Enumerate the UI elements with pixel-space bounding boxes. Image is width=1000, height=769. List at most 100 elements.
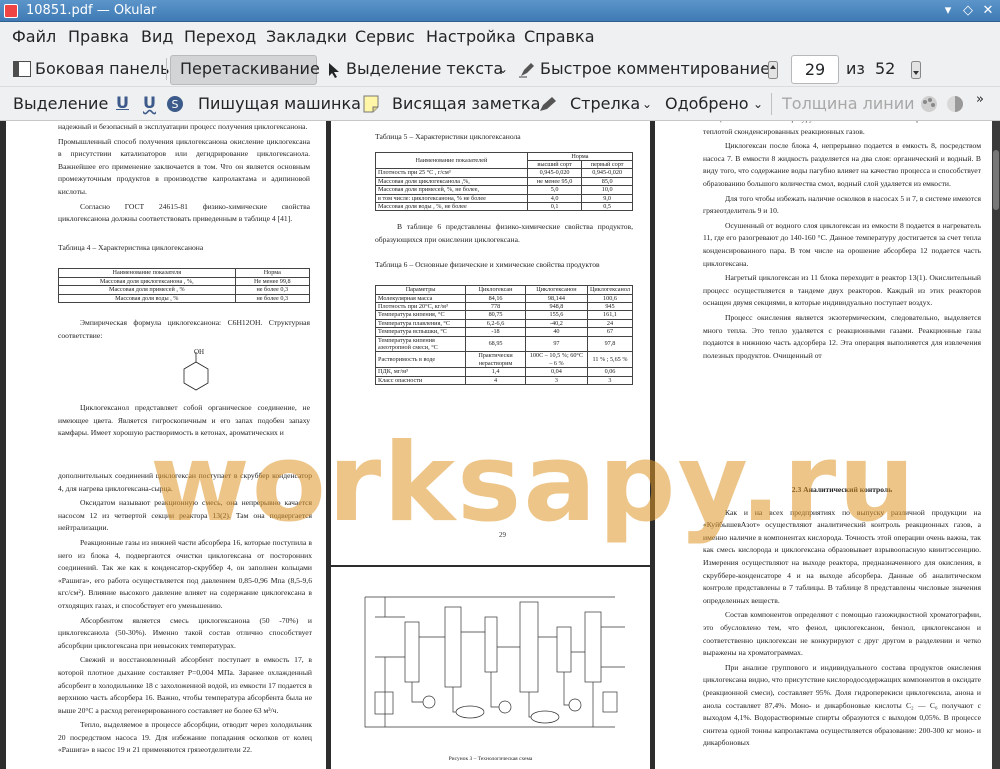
cyclohexanol-ring: [183, 352, 209, 391]
sticky-note-button[interactable]: Висящая заметка: [392, 94, 540, 113]
structural-formula: OH: [58, 344, 310, 396]
table-cell: 24: [586, 318, 634, 329]
menu-bookmarks[interactable]: Закладки: [266, 27, 347, 46]
paragraph: Оксидатом называют реакционную смесь, он…: [58, 498, 312, 533]
quick-comment-button[interactable]: Быстрое комментирование: [540, 59, 770, 78]
page-33: 2.3 Аналитический контроль Как и на всех…: [655, 454, 994, 769]
drag-mode-label: Перетаскивание: [180, 59, 320, 78]
table-cell: Класс опасности: [374, 375, 467, 386]
page-29: Таблица 5 – Характеристики циклогексанол…: [331, 121, 650, 565]
paragraph: кольца «Рашига» и температуру составляет…: [703, 121, 981, 136]
table-cell: 0,04: [524, 367, 588, 377]
table-cell: 0,5: [581, 202, 633, 212]
table-cell: Практически нерастворим: [465, 351, 526, 369]
opacity-icon[interactable]: [946, 95, 964, 113]
table-header: Наименование показателя: [58, 268, 236, 278]
table-cell: Массовая доля воды , %, не более: [375, 202, 528, 212]
table-cell: Массовая доля циклогексанола ,%,: [375, 176, 528, 187]
table-cell: Не менее 99,8: [234, 276, 311, 287]
sidebar-button[interactable]: Боковая панель: [35, 59, 169, 78]
table-cell: 0,945-0,020: [526, 168, 583, 178]
chevron-down-icon[interactable]: ⌄: [642, 97, 652, 111]
minimize-icon[interactable]: ▾: [940, 3, 956, 19]
menu-edit[interactable]: Правка: [68, 27, 129, 46]
paragraph: Осушенный от водного слоя циклогексан из…: [703, 220, 981, 268]
table-cell: 98,144: [524, 293, 588, 304]
chevron-down-icon[interactable]: ⌄: [498, 62, 508, 76]
paragraph: Согласно ГОСТ 24615-81 физико-химические…: [58, 201, 310, 224]
arrow-button[interactable]: Стрелка: [570, 94, 640, 113]
next-page-icon[interactable]: [911, 61, 921, 79]
paragraph: Реакционные газы из нижней части абсорбе…: [58, 537, 312, 610]
table-header: Норма: [234, 268, 311, 278]
page-of-label: из: [846, 59, 865, 78]
typewriter-button[interactable]: Пишущая машинка: [198, 94, 361, 113]
table-cell: не более 0,3: [234, 293, 311, 303]
menu-help[interactable]: Справка: [524, 27, 595, 46]
process-flow-scheme: [364, 596, 625, 728]
table-4: Наименование показателя Норма Массовая до…: [58, 268, 311, 303]
paragraph: надежный и безопасный в эксплуатации про…: [58, 122, 308, 131]
text-selection-button[interactable]: Выделение текста: [346, 59, 503, 78]
stamp-approved-button[interactable]: Одобрено: [665, 94, 749, 113]
paragraph: Для того чтобы избежать наличие осколков…: [703, 193, 981, 216]
vertical-scrollbar[interactable]: [992, 121, 1000, 769]
table-cell: 155,6: [524, 310, 588, 320]
menu-tools[interactable]: Сервис: [355, 27, 415, 46]
table-cell: 1,4: [465, 367, 526, 377]
pen-icon: [540, 97, 556, 111]
table-cell: Плотность при 20°С, кг/м³: [374, 302, 467, 312]
table-cell: в том числе: циклогексанона, % не более: [375, 193, 528, 204]
svg-text:S: S: [172, 98, 179, 111]
chevron-down-icon[interactable]: ⌄: [753, 97, 763, 111]
table-6: Параметры Циклогексан Циклогексанон Циклоге…: [374, 285, 634, 386]
title-bar: 10851.pdf — Okular ▾ ◇ ✕: [0, 0, 1000, 22]
previous-page-icon[interactable]: [768, 61, 778, 79]
document-viewport[interactable]: надежный и безопасный в эксплуатации про…: [0, 121, 1000, 769]
menu-settings[interactable]: Настройка: [426, 27, 516, 46]
table-header: Циклогексанон: [524, 285, 588, 295]
maximize-icon[interactable]: ◇: [960, 3, 976, 19]
table-cell: 85,0: [581, 176, 633, 187]
table-cell: не более 0,3: [234, 285, 311, 295]
sidebar-icon: [13, 61, 31, 77]
table-caption: Таблица 4 – Характеристика циклогексанон…: [58, 242, 204, 252]
table-cell: 40: [524, 327, 588, 337]
squiggly-icon[interactable]: U: [143, 93, 156, 112]
table-cell: 3: [586, 375, 634, 386]
table-cell: Массовая доля воды , %: [58, 293, 236, 303]
underline-icon[interactable]: U: [116, 93, 129, 112]
menu-file[interactable]: Файл: [12, 27, 56, 46]
page-31: дополнительных соединений циклогексан по…: [6, 454, 326, 769]
paragraph: Нагретый циклогексан из 11 блока переход…: [703, 273, 981, 308]
page-number-input[interactable]: 29: [791, 55, 839, 84]
line-width-button[interactable]: Толщина линии: [782, 94, 915, 113]
table-header: Циклогексан: [465, 285, 526, 295]
paragraph: Циклогексанол представляет собой органич…: [58, 403, 310, 438]
table-cell: 0,1: [526, 202, 583, 212]
cursor-icon: [329, 63, 339, 78]
table-cell: Массовая доля примесей , %: [58, 285, 236, 295]
table-cell: 948,8: [524, 302, 588, 312]
menu-go[interactable]: Переход: [184, 27, 256, 46]
scrollbar-thumb[interactable]: [993, 150, 999, 210]
table-cell: 5,0: [526, 185, 583, 195]
color-palette-icon[interactable]: [920, 95, 938, 113]
table-cell: не менее 95,0: [526, 176, 583, 187]
paragraph: Абсорбентом является смесь циклогексанон…: [58, 615, 312, 650]
highlight-button[interactable]: Выделение: [13, 94, 108, 113]
menu-view[interactable]: Вид: [141, 27, 173, 46]
strikeout-icon[interactable]: S: [166, 95, 184, 113]
table-cell: Температура вспышки, °С: [374, 327, 467, 337]
table-header: Параметры: [374, 285, 467, 295]
table-5: Наименование показателей Норма высший сор…: [375, 151, 634, 212]
table-cell: Температура плавления, °С: [374, 318, 467, 329]
table-cell: 67: [586, 327, 634, 337]
close-icon[interactable]: ✕: [980, 3, 996, 19]
paragraph: Как и на всех предприятиях по выпуску ра…: [703, 507, 981, 605]
overflow-menu-icon[interactable]: »: [976, 92, 984, 107]
table-cell: Молекулярная масса: [374, 293, 467, 304]
table-cell: 778: [465, 302, 526, 312]
table-cell: Температура кипения, °С: [374, 310, 467, 320]
paragraph: Эмпирическая формула циклогексанона: C6H…: [58, 317, 310, 340]
